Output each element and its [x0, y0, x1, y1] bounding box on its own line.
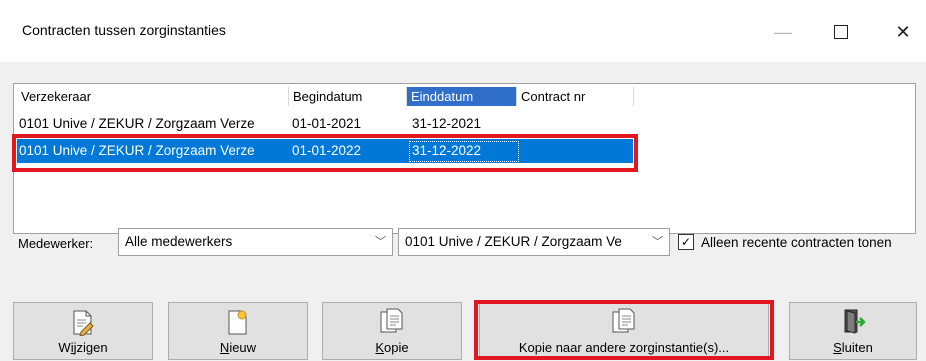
minimize-button[interactable]: —: [760, 10, 806, 54]
checkmark-icon: ✓: [680, 235, 692, 249]
new-document-icon: [228, 310, 247, 335]
sluiten-button[interactable]: Sluiten: [789, 302, 917, 360]
cell-begindatum: 01-01-2021: [292, 116, 362, 131]
minimize-icon: —: [774, 21, 792, 42]
verzekeraar-select-value: 0101 Unive / ZEKUR / Zorgzaam Ve: [405, 234, 622, 249]
exit-door-icon: [844, 309, 866, 334]
column-header-einddatum[interactable]: Einddatum: [407, 87, 517, 106]
column-header-contract-nr[interactable]: Contract nr: [517, 87, 634, 106]
cell-einddatum: 31-12-2021: [412, 116, 482, 131]
close-button[interactable]: ✕: [880, 10, 926, 54]
chevron-down-icon: ﹀: [375, 236, 386, 248]
kopie-button[interactable]: Kopie: [322, 302, 462, 360]
recent-contracts-checkbox[interactable]: ✓: [678, 234, 694, 250]
window-title: Contracten tussen zorginstanties: [22, 22, 226, 38]
edit-document-icon: [73, 310, 94, 336]
highlight-box-button: [474, 300, 774, 360]
recent-contracts-label: Alleen recente contracten tonen: [701, 235, 892, 250]
cell-verzekeraar: 0101 Unive / ZEKUR / Zorgzaam Verze: [19, 116, 255, 131]
medewerker-select[interactable]: Alle medewerkers ﹀: [118, 228, 393, 256]
wijzigen-button[interactable]: Wijzigen: [13, 302, 153, 360]
medewerker-select-value: Alle medewerkers: [125, 234, 233, 249]
chevron-down-icon: ﹀: [652, 236, 663, 248]
copy-documents-icon: [380, 308, 403, 333]
medewerker-label: Medewerker:: [18, 236, 94, 251]
kopie-label: Kopie: [375, 340, 409, 355]
title-bar: Contracten tussen zorginstanties — ✕: [0, 0, 926, 62]
sluiten-label: Sluiten: [833, 340, 873, 355]
nieuw-button[interactable]: Nieuw: [168, 302, 308, 360]
maximize-button[interactable]: [818, 10, 864, 54]
highlight-box-row: [12, 134, 638, 172]
nieuw-label: Nieuw: [219, 340, 257, 355]
column-header-verzekeraar[interactable]: Verzekeraar: [17, 87, 289, 106]
maximize-icon: [834, 25, 848, 39]
verzekeraar-select[interactable]: 0101 Unive / ZEKUR / Zorgzaam Ve ﹀: [398, 228, 670, 256]
wijzigen-label: Wijzigen: [58, 340, 108, 355]
column-header-begindatum[interactable]: Begindatum: [289, 87, 407, 106]
table-row[interactable]: 0101 Unive / ZEKUR / Zorgzaam Verze 01-0…: [17, 112, 633, 136]
close-icon: ✕: [895, 21, 911, 42]
